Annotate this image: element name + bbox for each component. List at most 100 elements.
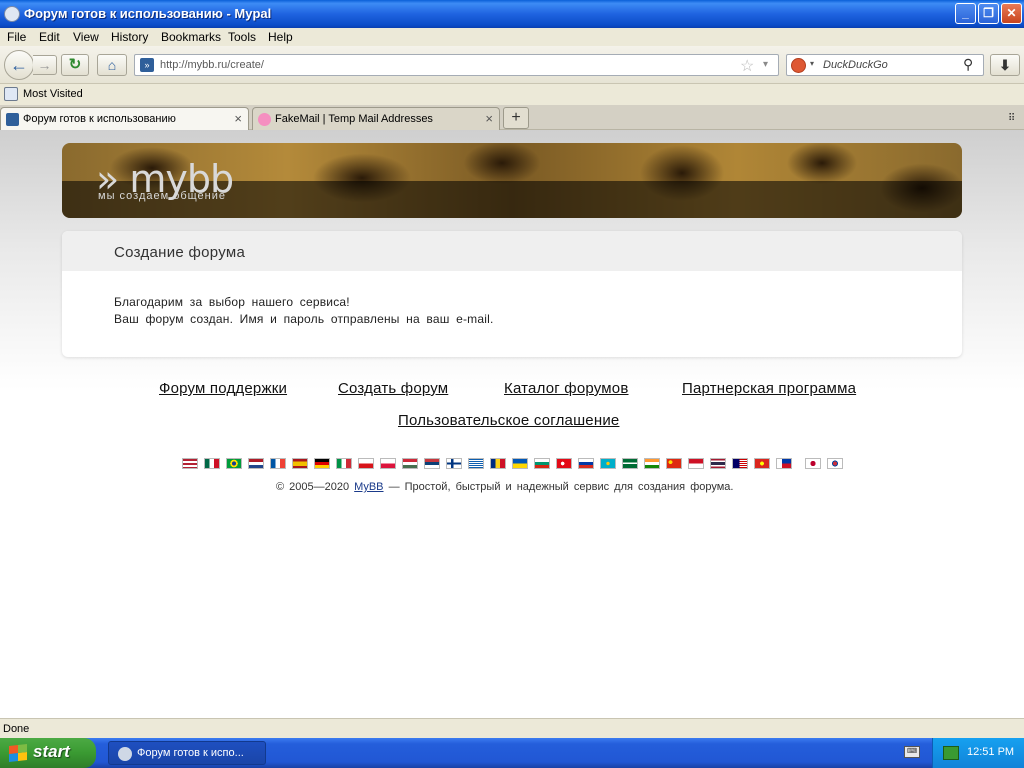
menu-history[interactable]: History	[111, 30, 148, 44]
menu-tools[interactable]: Tools	[228, 30, 256, 44]
start-label: start	[33, 742, 70, 761]
flag-kz-icon[interactable]	[600, 458, 616, 469]
page-content: » mybb мы создаем общение Создание форум…	[0, 130, 1024, 718]
flag-ru-icon[interactable]	[578, 458, 594, 469]
mybb-banner[interactable]: » mybb мы создаем общение	[62, 143, 962, 218]
flag-pl-icon[interactable]	[380, 458, 396, 469]
start-button[interactable]: start	[0, 738, 96, 768]
download-button[interactable]: ⬇	[990, 54, 1020, 76]
flag-ro-icon[interactable]	[490, 458, 506, 469]
flag-nl-icon[interactable]	[248, 458, 264, 469]
windows-logo-icon	[9, 744, 27, 762]
tab-forum-ready[interactable]: Форум готов к использованию ×	[0, 107, 249, 132]
minimize-button[interactable]: _	[955, 3, 976, 24]
folder-icon	[4, 87, 18, 101]
flag-it-icon[interactable]	[336, 458, 352, 469]
navigation-toolbar: ← → ↻ ⌂ » http://mybb.ru/create/ ☆ ▾ ▾ D…	[0, 46, 1024, 84]
menu-edit[interactable]: Edit	[39, 30, 60, 44]
forward-button[interactable]: →	[33, 55, 57, 75]
network-icon[interactable]	[943, 746, 959, 760]
window-title-bar[interactable]: Форум готов к использованию - Mypal _ ❐ …	[0, 0, 1024, 28]
flag-my-icon[interactable]	[732, 458, 748, 469]
copyright-footer: © 2005—2020 MyBB — Простой, быстрый и на…	[276, 481, 733, 493]
copyright-text: — Простой, быстрый и надежный сервис для…	[388, 481, 734, 493]
url-bar[interactable]: » http://mybb.ru/create/ ☆ ▾	[134, 54, 779, 76]
flag-bg-icon[interactable]	[534, 458, 550, 469]
flag-gr-icon[interactable]	[468, 458, 484, 469]
flag-cn-icon[interactable]	[666, 458, 682, 469]
search-icon[interactable]: ⚲	[963, 56, 973, 73]
flag-br-icon[interactable]	[226, 458, 242, 469]
flag-kr-icon[interactable]	[827, 458, 843, 469]
forum-created-message: Ваш форум создан. Имя и пароль отправлен…	[114, 312, 494, 326]
partner-program-link[interactable]: Партнерская программа	[682, 380, 856, 397]
flag-rs-icon[interactable]	[424, 458, 440, 469]
menu-view[interactable]: View	[73, 30, 99, 44]
flag-ua-icon[interactable]	[512, 458, 528, 469]
copyright-years: © 2005—2020	[276, 481, 350, 493]
flag-sa-icon[interactable]	[622, 458, 638, 469]
banner-tagline: мы создаем общение	[98, 190, 227, 202]
close-button[interactable]: ✕	[1001, 3, 1022, 24]
flag-th-icon[interactable]	[710, 458, 726, 469]
flag-vn-icon[interactable]	[754, 458, 770, 469]
tab-close-icon[interactable]: ×	[485, 111, 493, 126]
flag-ph-icon[interactable]	[776, 458, 792, 469]
flag-id-icon[interactable]	[688, 458, 704, 469]
mypal-app-icon	[4, 6, 20, 22]
menu-file[interactable]: File	[7, 30, 26, 44]
flag-in-icon[interactable]	[644, 458, 660, 469]
back-button[interactable]: ←	[4, 50, 34, 80]
search-input[interactable]: DuckDuckGo	[823, 59, 888, 71]
menu-bookmarks[interactable]: Bookmarks	[161, 30, 221, 44]
flag-cz-icon[interactable]	[358, 458, 374, 469]
duckduckgo-engine-icon[interactable]	[791, 58, 806, 73]
flag-hu-icon[interactable]	[402, 458, 418, 469]
flag-mx-icon[interactable]	[204, 458, 220, 469]
panel-title: Создание форума	[114, 244, 246, 261]
menu-help[interactable]: Help	[268, 30, 293, 44]
panel-header: Создание форума	[62, 231, 962, 271]
flag-fi-icon[interactable]	[446, 458, 462, 469]
windows-taskbar: start Форум готов к испо... ⌨ 12:51 PM	[0, 738, 1024, 768]
flag-jp-icon[interactable]	[805, 458, 821, 469]
flag-tr-icon[interactable]	[556, 458, 572, 469]
user-agreement-link[interactable]: Пользовательское соглашение	[398, 412, 619, 429]
forum-catalog-link[interactable]: Каталог форумов	[504, 380, 629, 397]
flag-fr-icon[interactable]	[270, 458, 286, 469]
tab-fakemail[interactable]: FakeMail | Temp Mail Addresses ×	[252, 107, 500, 131]
bookmark-star-icon[interactable]: ☆	[740, 56, 754, 76]
engine-dropdown-icon[interactable]: ▾	[810, 59, 814, 68]
url-history-dropdown-icon[interactable]: ▾	[763, 59, 768, 70]
new-tab-button[interactable]: +	[503, 107, 529, 129]
keyboard-icon[interactable]: ⌨	[904, 746, 920, 758]
mybb-link[interactable]: MyBB	[354, 481, 383, 493]
taskbar-window-button[interactable]: Форум готов к испо...	[108, 741, 266, 765]
maximize-button[interactable]: ❐	[978, 3, 999, 24]
flag-de-icon[interactable]	[314, 458, 330, 469]
thank-you-message: Благодарим за выбор нашего сервиса!	[114, 295, 350, 309]
bookmark-most-visited[interactable]: Most Visited	[23, 88, 83, 100]
create-forum-link[interactable]: Создать форум	[338, 380, 448, 397]
tab-list-icon[interactable]: ⠿	[1008, 113, 1015, 124]
create-forum-panel: Создание форума Благодарим за выбор наше…	[62, 231, 962, 357]
clock[interactable]: 12:51 PM	[967, 746, 1014, 758]
tab-title: Форум готов к использованию	[23, 113, 176, 125]
site-identity-icon[interactable]: »	[140, 58, 154, 72]
mypal-task-icon	[118, 747, 132, 761]
url-text[interactable]: http://mybb.ru/create/	[160, 59, 264, 71]
flag-us-icon[interactable]	[182, 458, 198, 469]
fakemail-favicon-icon	[258, 113, 271, 126]
status-bar: Done	[0, 718, 1024, 738]
search-bar[interactable]: ▾ DuckDuckGo ⚲	[786, 54, 984, 76]
tab-close-icon[interactable]: ×	[234, 111, 242, 126]
support-forum-link[interactable]: Форум поддержки	[159, 380, 287, 397]
system-tray: 12:51 PM	[932, 738, 1024, 768]
bookmarks-toolbar: Most Visited	[0, 84, 1024, 105]
home-button[interactable]: ⌂	[97, 54, 127, 76]
flag-es-icon[interactable]	[292, 458, 308, 469]
mybb-favicon-icon	[6, 113, 19, 126]
tab-strip: Форум готов к использованию × FakeMail |…	[0, 105, 1024, 132]
tab-title: FakeMail | Temp Mail Addresses	[275, 113, 433, 125]
reload-button[interactable]: ↻	[61, 54, 89, 76]
